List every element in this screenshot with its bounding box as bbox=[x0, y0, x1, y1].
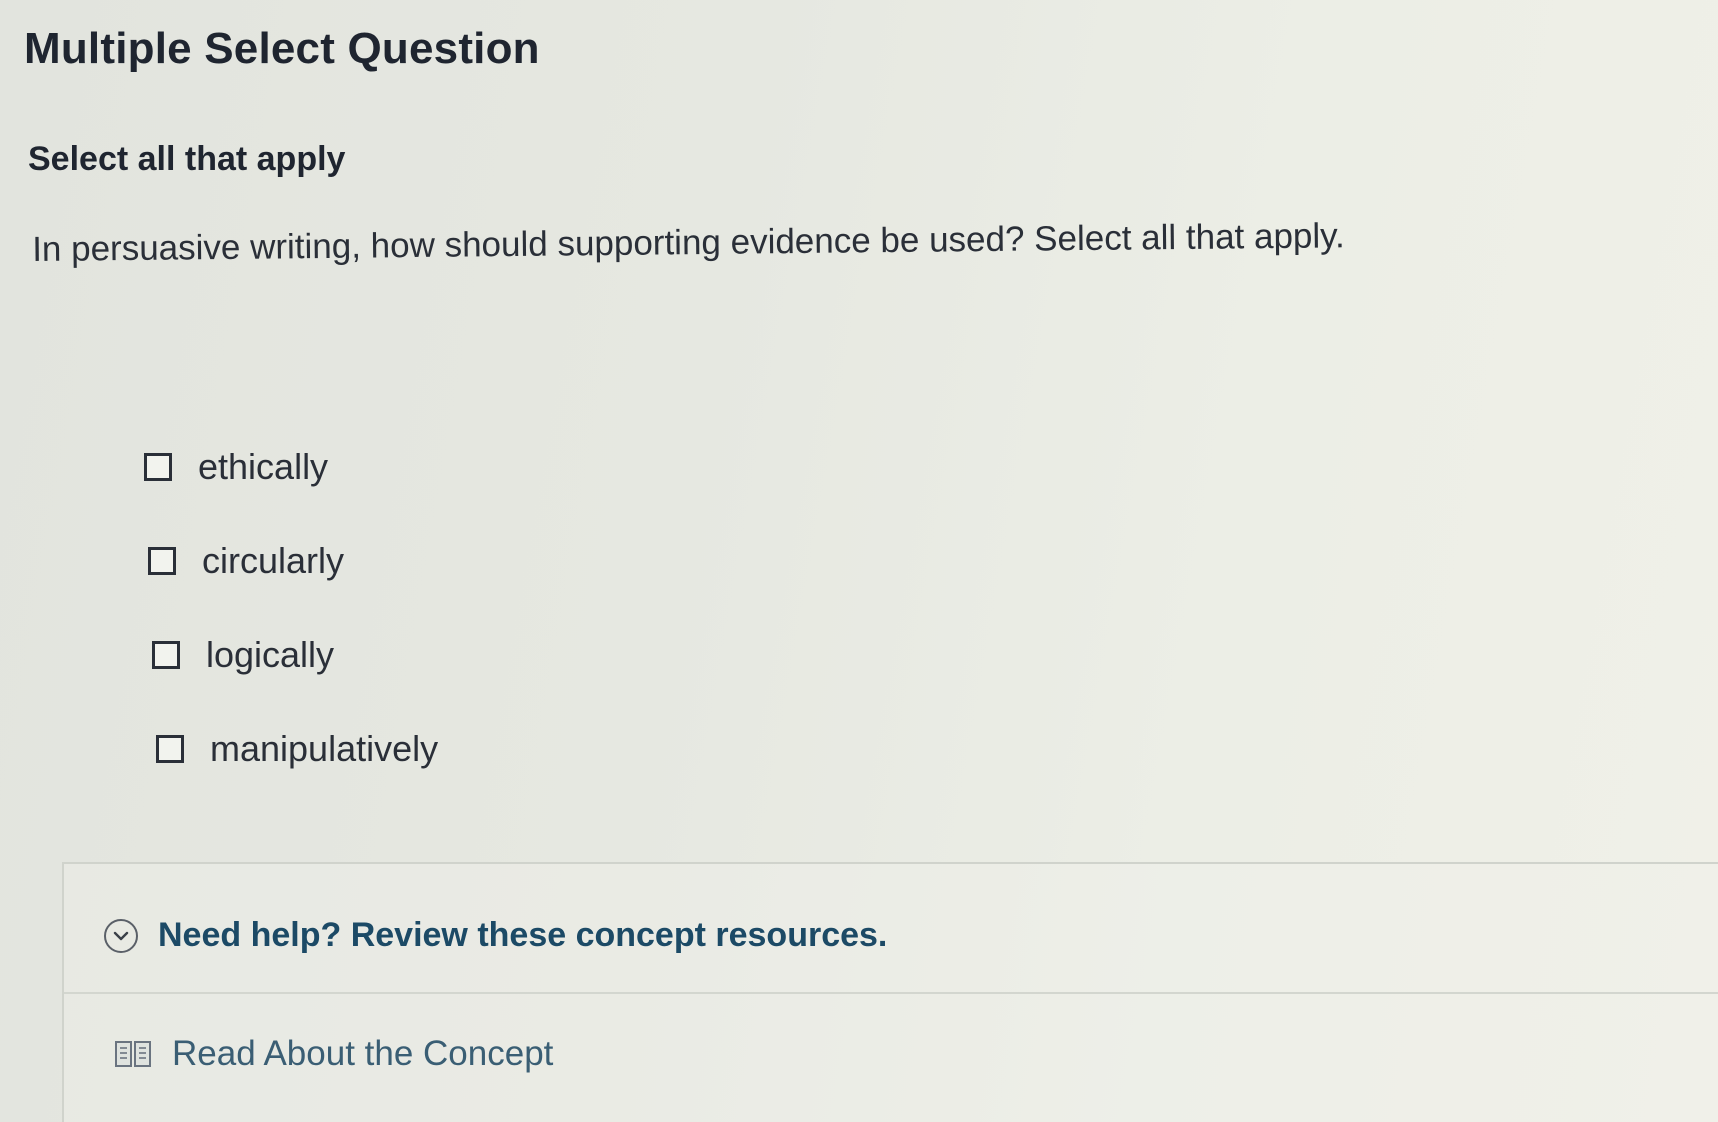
read-about-concept-link[interactable]: Read About the Concept bbox=[114, 1034, 553, 1074]
checkbox[interactable] bbox=[156, 735, 184, 763]
option-label: ethically bbox=[198, 446, 329, 487]
checkbox[interactable] bbox=[152, 641, 180, 669]
checkbox[interactable] bbox=[144, 453, 172, 481]
option-label: circularly bbox=[202, 540, 345, 581]
option-logically[interactable]: logically bbox=[152, 608, 438, 702]
page-title: Multiple Select Question bbox=[24, 24, 540, 73]
option-manipulatively[interactable]: manipulatively bbox=[156, 702, 438, 796]
checkbox[interactable] bbox=[148, 547, 176, 575]
question-page: Multiple Select Question Select all that… bbox=[0, 0, 1718, 1122]
chevron-down-circle-icon bbox=[104, 918, 138, 953]
option-label: manipulatively bbox=[210, 728, 439, 769]
option-circularly[interactable]: circularly bbox=[148, 514, 438, 608]
option-label: logically bbox=[206, 634, 335, 675]
concept-resources-toggle[interactable]: Need help? Review these concept resource… bbox=[104, 916, 887, 955]
book-icon bbox=[115, 1041, 151, 1067]
instruction-text: Select all that apply bbox=[28, 140, 346, 178]
question-text: In persuasive writing, how should suppor… bbox=[32, 216, 1345, 269]
read-about-concept-label: Read About the Concept bbox=[172, 1034, 554, 1073]
option-ethically[interactable]: ethically bbox=[144, 420, 438, 514]
concept-resources-panel: Need help? Review these concept resource… bbox=[62, 862, 1718, 1122]
divider bbox=[64, 992, 1718, 994]
concept-resources-label: Need help? Review these concept resource… bbox=[158, 916, 888, 954]
answer-options: ethically circularly logically manipulat… bbox=[144, 420, 438, 796]
